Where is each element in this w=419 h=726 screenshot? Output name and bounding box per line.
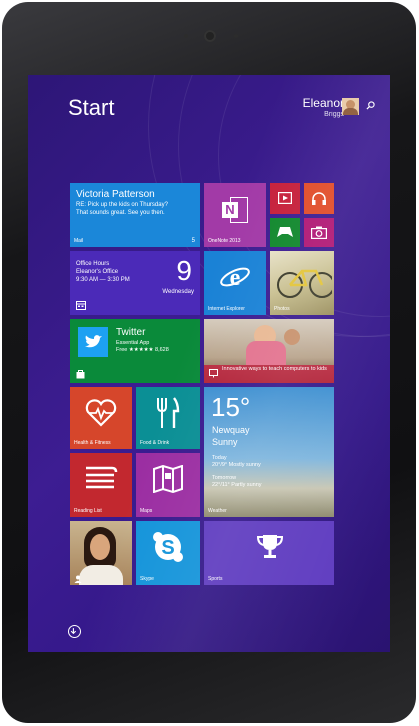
health-fitness-tile[interactable]: Health & Fitness <box>70 387 132 449</box>
user-last-name: Briggs <box>324 111 344 118</box>
calendar-event-time: 9:30 AM — 3:30 PM <box>76 277 130 283</box>
mail-sender: Victoria Patterson <box>76 189 155 200</box>
mail-tile[interactable]: Victoria Patterson RE: Pick up the kids … <box>70 183 200 247</box>
reading-list-icon <box>86 466 118 489</box>
food-drink-tile[interactable]: Food & Drink <box>136 387 200 449</box>
calendar-event-title: Office Hours <box>76 261 110 267</box>
adult-photo <box>284 329 300 345</box>
onenote-label: OneNote 2013 <box>208 238 241 244</box>
mail-count: 5 <box>191 238 195 244</box>
internet-explorer-icon: e <box>220 265 250 291</box>
calendar-event-location: Eleanor's Office <box>76 269 119 275</box>
person-face <box>90 534 110 560</box>
person-shirt <box>79 565 123 585</box>
people-icon <box>74 575 82 583</box>
twitter-subtitle: Essential App <box>116 340 150 346</box>
calendar-day-name: Wednesday <box>162 289 194 295</box>
fork-knife-icon <box>157 397 180 428</box>
video-tile[interactable] <box>270 183 300 214</box>
weather-tomorrow-forecast: 22°/11° Partly sunny <box>212 482 262 488</box>
reading-list-tile[interactable]: Reading List <box>70 453 132 517</box>
twitter-tile[interactable]: Twitter Essential App Free ★★★★★ 8,628 <box>70 319 200 383</box>
child-photo-shirt <box>246 341 286 365</box>
calendar-tile[interactable]: Office Hours Eleanor's Office 9:30 AM — … <box>70 251 200 315</box>
store-promo-text: Innovative ways to teach computers to ki… <box>222 366 327 372</box>
xbox-games-tile[interactable] <box>270 218 300 247</box>
onenote-icon: N <box>222 197 248 223</box>
ambient-sensor <box>234 34 238 38</box>
mail-label: Mail <box>74 238 84 244</box>
music-tile[interactable] <box>304 183 334 214</box>
start-screen: Start Eleanor Briggs Victoria Patterson … <box>28 75 390 652</box>
trophy-icon <box>256 535 284 558</box>
weather-condition: Sunny <box>212 437 238 447</box>
mail-preview: That sounds great. See you then. <box>76 210 165 216</box>
weather-temperature: 15° <box>211 392 251 422</box>
store-bag-icon <box>76 370 85 379</box>
weather-city: Newquay <box>212 425 250 435</box>
sports-tile[interactable]: Sports <box>204 521 334 585</box>
user-account[interactable]: Eleanor Briggs <box>303 96 344 119</box>
camera-tile[interactable] <box>304 218 334 247</box>
svg-text:e: e <box>230 265 241 291</box>
store-promo-tile[interactable]: Innovative ways to teach computers to ki… <box>204 319 334 383</box>
map-icon <box>153 465 183 493</box>
user-first-name: Eleanor <box>302 96 344 110</box>
twitter-price-rating: Free ★★★★★ 8,628 <box>116 347 169 353</box>
onenote-tile[interactable]: N OneNote 2013 <box>204 183 266 247</box>
health-fitness-label: Health & Fitness <box>74 440 111 446</box>
food-drink-label: Food & Drink <box>140 440 170 446</box>
twitter-bird-icon <box>85 335 102 348</box>
skype-icon: S <box>153 532 183 562</box>
mail-subject: RE: Pick up the kids on Thursday? <box>76 202 168 208</box>
people-tile[interactable] <box>70 521 132 585</box>
calendar-day-number: 9 <box>176 255 192 286</box>
photos-label: Photos <box>274 306 290 312</box>
bicycle-photo <box>277 269 332 298</box>
weather-tomorrow-label: Tomorrow <box>212 475 237 481</box>
calendar-icon <box>76 301 86 310</box>
reading-list-label: Reading List <box>74 508 102 514</box>
camera-icon <box>311 226 327 239</box>
all-apps-arrow-icon[interactable] <box>68 625 81 638</box>
internet-explorer-tile[interactable]: e Internet Explorer <box>204 251 266 315</box>
avatar[interactable] <box>342 98 359 115</box>
sports-label: Sports <box>208 576 223 582</box>
front-camera <box>204 30 216 42</box>
internet-explorer-label: Internet Explorer <box>208 306 245 312</box>
weather-today-forecast: 20°/9° Mostly sunny <box>212 462 261 468</box>
start-title: Start <box>68 95 115 120</box>
photos-tile[interactable]: Photos <box>270 251 334 315</box>
maps-label: Maps <box>140 508 153 514</box>
weather-label: Weather <box>208 508 227 514</box>
front-sensor <box>184 34 188 38</box>
headphones-icon <box>312 192 326 205</box>
weather-today-label: Today <box>212 455 227 461</box>
twitter-title: Twitter <box>116 327 146 338</box>
svg-text:S: S <box>161 537 174 559</box>
search-icon[interactable] <box>366 101 375 110</box>
monitor-icon <box>209 369 218 378</box>
heart-pulse-icon <box>85 399 117 427</box>
weather-tile[interactable]: 15° Newquay Sunny Today 20°/9° Mostly su… <box>204 387 334 517</box>
maps-tile[interactable]: Maps <box>136 453 200 517</box>
game-controller-icon <box>277 227 293 237</box>
twitter-app-icon <box>78 327 108 357</box>
video-icon <box>278 192 292 204</box>
skype-label: Skype <box>140 576 154 582</box>
skype-tile[interactable]: S Skype <box>136 521 200 585</box>
